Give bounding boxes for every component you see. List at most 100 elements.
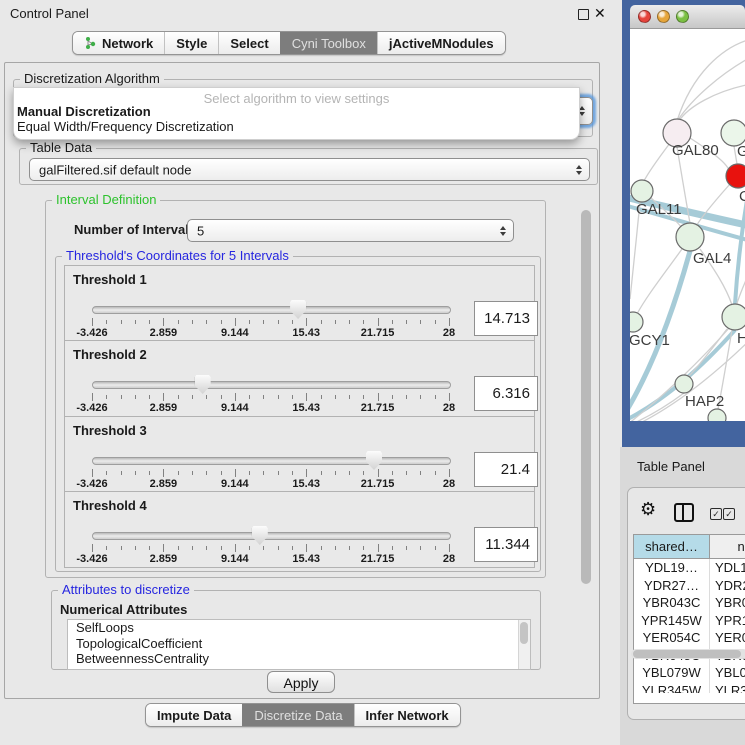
slider-tick [435,320,436,324]
slider-thumb[interactable] [290,300,306,319]
column-header-shared-name[interactable]: shared… [634,535,710,558]
network-graph[interactable]: GAL80GACGAL11GAL4GCY1HHAP2 [630,29,745,421]
slider-tick-label: 9.144 [221,327,249,339]
slider-tick [435,471,436,475]
node-label: H [737,330,745,347]
slider-track[interactable] [92,532,451,540]
slider-tick [163,544,164,552]
slider-thumb[interactable] [252,526,268,545]
network-edge[interactable] [630,393,684,421]
slider-tick [263,471,264,475]
slider-track[interactable] [92,381,451,389]
threshold-value-field[interactable]: 6.316 [474,376,538,411]
network-node-gcy1[interactable] [630,312,643,332]
tab-label: Style [176,36,207,51]
slider-tick [292,395,293,399]
slider-tick-label: 15.43 [292,553,320,565]
network-node[interactable] [708,409,726,421]
cell-name: YPR1 [710,612,745,630]
cell-shared-name: YLR345W [634,682,710,694]
tab-network[interactable]: Network [73,32,164,54]
attribute-list-item[interactable]: SelfLoops [68,620,530,636]
slider-tick [221,320,222,324]
table-row[interactable]: YBR043CYBR0 [634,594,745,612]
slider-tick [163,469,164,477]
table-horizontal-scrollbar[interactable] [631,649,745,659]
table-data-combobox[interactable]: galFiltered.sif default node [29,158,590,181]
tab-cyni-toolbox[interactable]: Cyni Toolbox [280,32,377,54]
network-window-titlebar[interactable] [630,5,745,29]
network-node-gal11[interactable] [631,180,653,202]
table-row[interactable]: YER054CYER0 [634,629,745,647]
dropdown-option[interactable]: Equal Width/Frequency Discretization [17,119,234,134]
slider-tick [178,320,179,324]
threshold-value-field[interactable]: 21.4 [474,452,538,487]
tab-style[interactable]: Style [164,32,218,54]
slider-thumb[interactable] [195,375,211,394]
slider-tick [363,471,364,475]
tab-jactivemnodules[interactable]: jActiveMNodules [377,32,505,54]
tab-select[interactable]: Select [218,32,279,54]
slider-thumb[interactable] [366,451,382,470]
slider-track[interactable] [92,306,451,314]
network-canvas[interactable]: GAL80GACGAL11GAL4GCY1HHAP2 [630,29,745,421]
network-edge[interactable] [688,329,727,377]
scrollbar-thumb[interactable] [581,210,591,584]
slider-tick [306,469,307,477]
slider-tick [178,546,179,550]
attribute-list-item[interactable]: BetweennessCentrality [68,651,530,667]
network-node-c[interactable] [726,164,745,188]
settings-gear-icon[interactable]: ⚙ [640,500,656,518]
attribute-list-item[interactable]: TopologicalCoefficient [68,636,530,652]
table-row[interactable]: YBL079WYBL0 [634,664,745,682]
tab-label: Infer Network [366,708,449,723]
slider-tick [349,471,350,475]
network-node-gal4[interactable] [676,223,704,251]
close-icon[interactable]: ✕ [594,5,606,22]
threshold-value-field[interactable]: 11.344 [474,527,538,562]
column-header-name[interactable]: na [710,535,745,558]
list-scrollbar[interactable] [518,620,530,669]
slider-tick [135,546,136,550]
table-row[interactable]: YLR345WYLR3 [634,682,745,694]
combo-arrows-icon [576,165,582,175]
slider-tick [106,471,107,475]
slider-tick [378,318,379,326]
network-node-hap2[interactable] [675,375,693,393]
checkbox-icon[interactable]: ✓ [710,508,722,520]
tab-impute-data[interactable]: Impute Data [146,704,242,726]
apply-button[interactable]: Apply [267,671,335,693]
tab-label: Cyni Toolbox [292,36,366,51]
number-of-intervals-combobox[interactable]: 5 [187,219,514,242]
mac-minimize-button[interactable] [657,10,670,23]
float-window-icon[interactable] [578,9,589,20]
mac-zoom-button[interactable] [676,10,689,23]
mac-close-button[interactable] [638,10,651,23]
numerical-attributes-list[interactable]: SelfLoopsTopologicalCoefficientBetweenne… [67,619,531,670]
network-edge[interactable] [644,143,670,181]
slider-track[interactable] [92,457,451,465]
node-table-panel: ⚙ ✓ ✓ shared… na YDL19…YDL1YDR27…YDR2YBR… [627,487,745,720]
table-row[interactable]: YPR145WYPR1 [634,612,745,630]
scrollbar-thumb[interactable] [520,622,528,644]
slider-tick-label: 2.859 [150,402,178,414]
checkbox-icon[interactable]: ✓ [723,508,735,520]
dropdown-option[interactable]: Manual Discretization [17,104,151,119]
network-edge[interactable] [679,84,745,121]
slider-tick [420,546,421,550]
split-columns-icon[interactable] [674,503,694,522]
scrollbar-thumb[interactable] [633,650,741,658]
table-row[interactable]: YDR27…YDR2 [634,577,745,595]
tab-infer-network[interactable]: Infer Network [354,704,460,726]
slider-tick [178,395,179,399]
slider-tick [449,544,450,552]
slider-tick-label: -3.426 [76,553,107,565]
tab-discretize-data[interactable]: Discretize Data [242,704,353,726]
panel-vertical-scrollbar[interactable] [581,206,592,588]
slider-tick [149,395,150,399]
threshold-value-field[interactable]: 14.713 [474,301,538,336]
slider-tick [163,318,164,326]
table-row[interactable]: YDL19…YDL1 [634,559,745,577]
network-node-h[interactable] [722,304,745,330]
number-of-intervals-label: Number of Intervals [74,222,196,237]
